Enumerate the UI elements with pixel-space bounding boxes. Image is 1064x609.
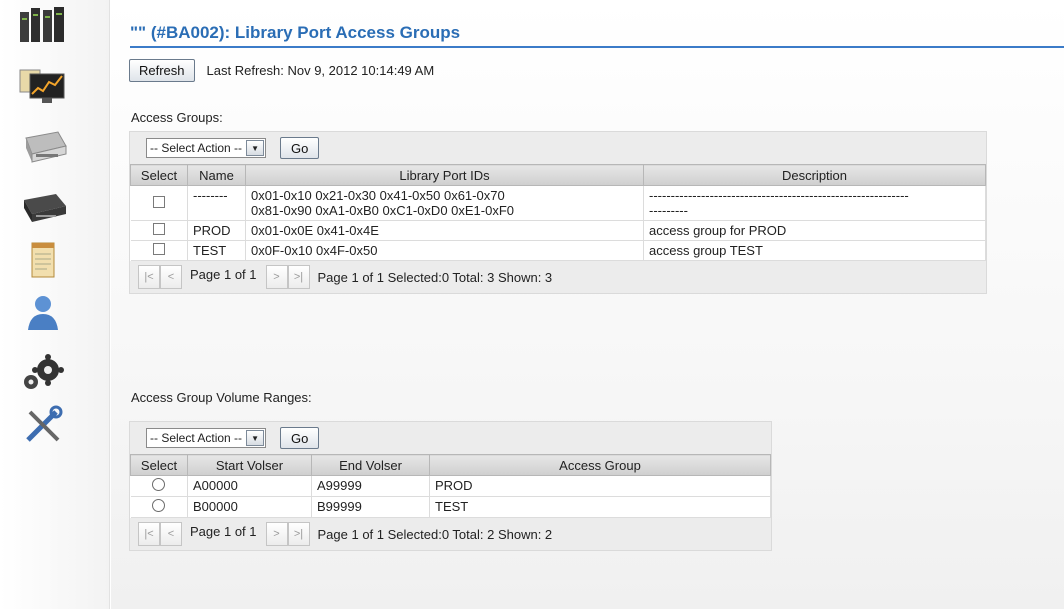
settings-gears-icon[interactable] xyxy=(18,352,68,394)
last-page-icon[interactable]: >| xyxy=(287,522,310,546)
access-groups-action-select[interactable]: -- Select Action -- ▼ xyxy=(146,138,267,158)
volume-ranges-go-button[interactable]: Go xyxy=(280,427,320,449)
group-name: -------- xyxy=(187,185,246,221)
previous-page-icon[interactable]: < xyxy=(160,265,182,289)
row-checkbox[interactable] xyxy=(152,195,165,208)
table-row[interactable]: B00000 B99999 TEST xyxy=(130,496,771,518)
group-name: TEST xyxy=(187,240,246,261)
group-name: PROD xyxy=(187,220,246,241)
next-page-icon[interactable]: > xyxy=(265,522,288,546)
last-page-icon[interactable]: >| xyxy=(287,265,310,289)
refresh-row: Refresh Last Refresh: Nov 9, 2012 10:14:… xyxy=(129,58,434,82)
column-header-description[interactable]: Description xyxy=(643,164,986,186)
column-header-select[interactable]: Select xyxy=(130,164,188,186)
first-page-icon[interactable]: |< xyxy=(138,522,160,546)
select-action-value: -- Select Action -- xyxy=(150,431,243,445)
next-page-icon[interactable]: > xyxy=(265,265,288,289)
chevron-down-icon: ▼ xyxy=(246,140,265,156)
library-port-ids: 0x01-0x0E 0x41-0x4E xyxy=(245,220,644,241)
page-title: "" (#BA002): Library Port Access Groups xyxy=(130,24,1064,48)
row-checkbox[interactable] xyxy=(152,243,165,255)
last-refresh-text: Last Refresh: Nov 9, 2012 10:14:49 AM xyxy=(206,62,435,78)
volume-ranges-toolbar: -- Select Action -- ▼ Go xyxy=(130,422,771,454)
access-groups-toolbar: -- Select Action -- ▼ Go xyxy=(130,132,986,164)
description: access group TEST xyxy=(643,240,986,261)
description: ----------------------------------------… xyxy=(643,185,986,221)
libraries-icon[interactable] xyxy=(18,4,68,46)
column-header-library-port-ids[interactable]: Library Port IDs xyxy=(245,164,644,186)
column-header-access-group[interactable]: Access Group xyxy=(429,454,771,476)
library-port-ids: 0x0F-0x10 0x4F-0x50 xyxy=(245,240,644,261)
monitor-icon[interactable] xyxy=(18,64,68,106)
table-row[interactable]: PROD 0x01-0x0E 0x41-0x4E access group fo… xyxy=(130,220,986,241)
column-header-start-volser[interactable]: Start Volser xyxy=(187,454,312,476)
row-checkbox[interactable] xyxy=(152,223,165,235)
tools-icon[interactable] xyxy=(18,404,68,446)
access-groups-table: Select Name Library Port IDs Description… xyxy=(130,164,986,261)
column-header-name[interactable]: Name xyxy=(187,164,246,186)
port-ids-line: 0x81-0x90 0xA1-0xB0 0xC1-0xD0 0xE1-0xF0 xyxy=(251,203,515,218)
main-content: "" (#BA002): Library Port Access Groups … xyxy=(111,0,1064,609)
start-volser: A00000 xyxy=(187,475,312,497)
select-action-value: -- Select Action -- xyxy=(150,141,243,155)
sidebar-nav xyxy=(0,0,110,609)
volume-ranges-panel: -- Select Action -- ▼ Go Select Start Vo… xyxy=(129,421,772,551)
table-row[interactable]: TEST 0x0F-0x10 0x4F-0x50 access group TE… xyxy=(130,240,986,261)
volume-ranges-label: Access Group Volume Ranges: xyxy=(131,390,312,405)
access-group: PROD xyxy=(429,475,771,497)
end-volser: A99999 xyxy=(311,475,430,497)
user-icon[interactable] xyxy=(18,292,68,334)
table-row[interactable]: -------- 0x01-0x10 0x21-0x30 0x41-0x50 0… xyxy=(130,185,986,221)
library-port-ids: 0x01-0x10 0x21-0x30 0x41-0x50 0x61-0x70 … xyxy=(245,185,644,221)
refresh-button[interactable]: Refresh xyxy=(129,58,195,82)
first-page-icon[interactable]: |< xyxy=(138,265,160,289)
volume-ranges-action-select[interactable]: -- Select Action -- ▼ xyxy=(146,428,267,448)
volume-ranges-table: Select Start Volser End Volser Access Gr… xyxy=(130,454,771,518)
access-groups-go-button[interactable]: Go xyxy=(280,137,320,159)
port-ids-line: 0x01-0x10 0x21-0x30 0x41-0x50 0x61-0x70 xyxy=(251,188,505,203)
column-header-end-volser[interactable]: End Volser xyxy=(311,454,430,476)
pager-summary: Page 1 of 1 Selected:0 Total: 2 Shown: 2 xyxy=(317,526,553,542)
volume-ranges-pager: |< < Page 1 of 1 > >| Page 1 of 1 Select… xyxy=(130,518,771,550)
description-line: --------- xyxy=(649,203,688,218)
pager-summary: Page 1 of 1 Selected:0 Total: 3 Shown: 3 xyxy=(317,269,553,285)
drive-icon[interactable] xyxy=(18,186,68,228)
access-groups-pager: |< < Page 1 of 1 > >| Page 1 of 1 Select… xyxy=(130,261,986,293)
table-row[interactable]: A00000 A99999 PROD xyxy=(130,475,771,497)
page-label: Page 1 of 1 xyxy=(190,523,257,539)
appliance-icon[interactable] xyxy=(18,126,68,168)
start-volser: B00000 xyxy=(187,496,312,518)
description: access group for PROD xyxy=(643,220,986,241)
end-volser: B99999 xyxy=(311,496,430,518)
access-group: TEST xyxy=(429,496,771,518)
access-groups-label: Access Groups: xyxy=(131,110,223,125)
chevron-down-icon: ▼ xyxy=(246,430,265,446)
column-header-select[interactable]: Select xyxy=(130,454,188,476)
notepad-icon[interactable] xyxy=(18,240,68,282)
page-label: Page 1 of 1 xyxy=(190,266,257,282)
row-radio[interactable] xyxy=(152,499,166,512)
access-groups-panel: -- Select Action -- ▼ Go Select Name Lib… xyxy=(129,131,987,294)
row-radio[interactable] xyxy=(152,478,166,491)
description-line: ----------------------------------------… xyxy=(649,188,909,203)
previous-page-icon[interactable]: < xyxy=(160,522,182,546)
